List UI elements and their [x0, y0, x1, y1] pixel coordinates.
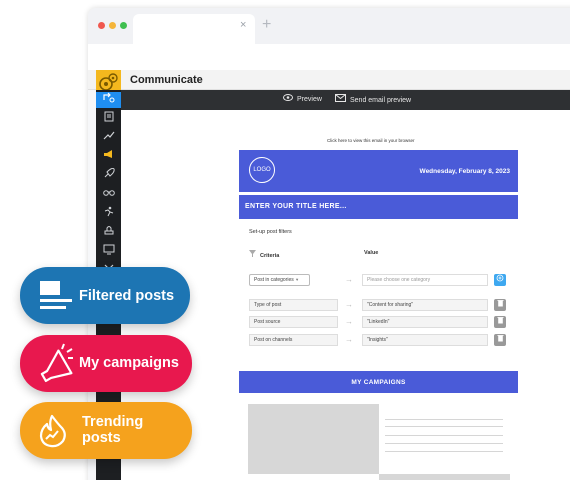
arrow-right-icon: →: [345, 317, 353, 326]
image-placeholder[interactable]: [379, 474, 510, 480]
filtered-posts-label: Filtered posts: [79, 288, 175, 304]
email-banner: LOGO Wednesday, February 8, 2023: [239, 150, 518, 192]
text-placeholder-line: [385, 426, 503, 427]
value-header: Value: [364, 250, 379, 256]
email-toolbar: Preview Send email preview: [121, 90, 570, 110]
value-field[interactable]: "Content for sharing": [362, 299, 488, 311]
logo-placeholder[interactable]: LOGO: [249, 157, 275, 183]
send-email-preview-label: Send email preview: [350, 97, 412, 104]
stamp-icon[interactable]: [96, 225, 121, 241]
filtered-posts-pill[interactable]: Filtered posts: [20, 267, 190, 324]
criteria-select[interactable]: Post in categories ▼: [249, 274, 310, 286]
text-placeholder-line: [385, 451, 503, 452]
arrow-right-icon: →: [345, 335, 353, 344]
trash-icon: [497, 335, 503, 342]
app-title: Communicate: [130, 74, 203, 86]
my-campaigns-label: My campaigns: [79, 355, 179, 371]
criteria-header-label: Criteria: [260, 253, 280, 259]
flame-icon: [36, 414, 68, 453]
text-placeholder-line: [385, 419, 503, 420]
trending-posts-pill[interactable]: Trending posts: [20, 402, 192, 459]
close-window-button[interactable]: [98, 22, 105, 29]
trash-icon: [497, 300, 503, 307]
delete-filter-button[interactable]: [494, 316, 506, 328]
filter-row: Type of post → "Content for sharing": [249, 299, 518, 311]
maximize-window-button[interactable]: [120, 22, 127, 29]
trash-icon: [497, 317, 503, 324]
rocket-icon[interactable]: [96, 167, 121, 184]
text-placeholder-line: [385, 443, 503, 444]
runner-icon[interactable]: [96, 206, 121, 222]
filter-icon: [249, 250, 256, 259]
criteria-field[interactable]: Post source: [249, 316, 338, 328]
tab-bar: × +: [88, 8, 570, 44]
user-switch-icon[interactable]: [96, 92, 121, 108]
address-bar[interactable]: [88, 44, 570, 70]
setup-filters-label: Set-up post filters: [249, 229, 292, 235]
email-date: Wednesday, February 8, 2023: [419, 168, 510, 175]
megaphone-icon[interactable]: [96, 149, 121, 165]
filter-row: Post on channels → "Insights": [249, 334, 518, 346]
arrow-right-icon: →: [345, 275, 353, 284]
criteria-field[interactable]: Type of post: [249, 299, 338, 311]
trend-icon[interactable]: [96, 130, 121, 146]
eye-icon: [283, 94, 293, 103]
envelope-icon: [335, 94, 346, 104]
email-title-placeholder[interactable]: ENTER YOUR TITLE HERE...: [245, 203, 347, 210]
send-email-preview-button[interactable]: Send email preview: [335, 94, 411, 104]
preview-button[interactable]: Preview: [283, 94, 322, 103]
plus-circle-icon: [496, 274, 504, 282]
arrow-right-icon: →: [345, 300, 353, 309]
value-field[interactable]: "LinkedIn": [362, 316, 488, 328]
preview-label: Preview: [297, 96, 322, 103]
tab-close-icon[interactable]: ×: [240, 19, 246, 31]
criteria-header: Criteria: [249, 250, 279, 259]
stage: × + Communicate Preview Send email previ…: [0, 0, 570, 480]
posts-icon: [38, 278, 74, 319]
delete-filter-button[interactable]: [494, 334, 506, 346]
campaigns-heading: MY CAMPAIGNS: [351, 379, 406, 386]
view-in-browser-link[interactable]: Click here to view this email in your br…: [327, 138, 415, 143]
category-input[interactable]: Please choose one category: [362, 274, 488, 286]
criteria-select-value: Post in categories: [254, 277, 294, 283]
value-field[interactable]: "Insights": [362, 334, 488, 346]
megaphone-icon: [34, 343, 74, 388]
add-filter-button[interactable]: [494, 274, 506, 286]
filter-row: Post source → "LinkedIn": [249, 316, 518, 328]
screen-icon[interactable]: [96, 244, 121, 260]
trending-label-line2: posts: [82, 430, 121, 446]
delete-filter-button[interactable]: [494, 299, 506, 311]
trending-label-line1: Trending: [82, 414, 144, 430]
minimize-window-button[interactable]: [109, 22, 116, 29]
chevron-down-icon: ▼: [295, 277, 300, 282]
browser-tab[interactable]: [133, 14, 255, 44]
campaigns-block[interactable]: MY CAMPAIGNS: [239, 371, 518, 393]
email-title-block[interactable]: ENTER YOUR TITLE HERE...: [239, 195, 518, 219]
filter-row: Post in categories ▼ → Please choose one…: [249, 274, 518, 286]
my-campaigns-pill[interactable]: My campaigns: [20, 335, 192, 392]
criteria-field[interactable]: Post on channels: [249, 334, 338, 346]
document-icon[interactable]: [96, 111, 121, 127]
image-placeholder[interactable]: [248, 404, 379, 474]
text-placeholder-line: [385, 435, 503, 436]
binoculars-icon[interactable]: [96, 187, 121, 203]
new-tab-icon[interactable]: +: [262, 16, 271, 34]
